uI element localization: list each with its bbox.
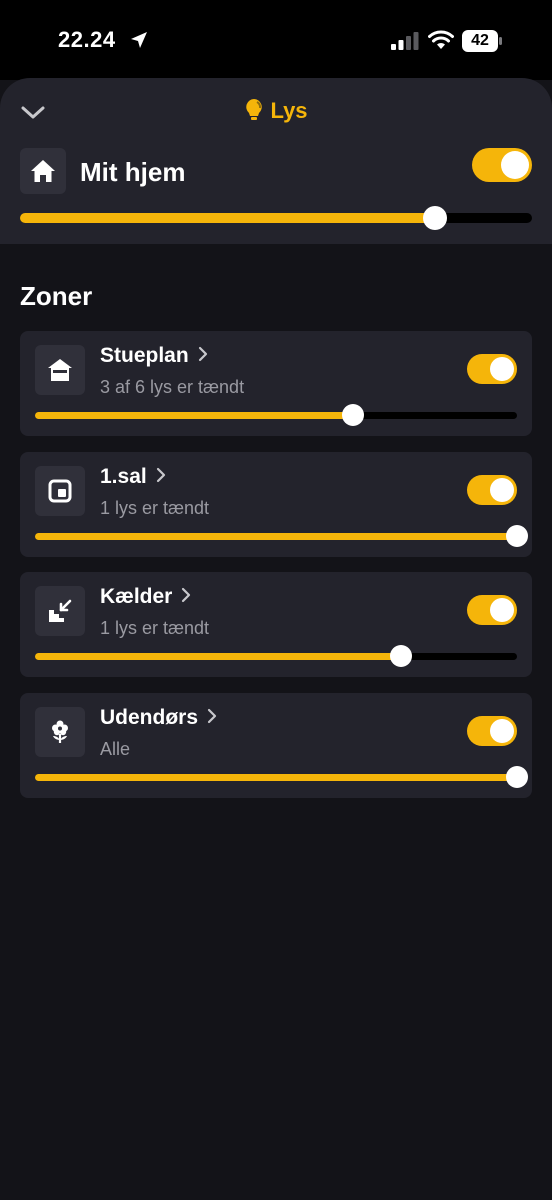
slider-fill <box>35 774 517 781</box>
sheet-title-label: Lys <box>270 98 308 123</box>
zone-brightness-slider[interactable] <box>35 766 528 788</box>
zone-icon-box <box>35 586 85 636</box>
toggle-knob <box>490 598 514 622</box>
slider-fill <box>20 213 435 223</box>
lights-sheet: Lys Mit hjem <box>0 78 552 244</box>
zone-name[interactable]: Udendørs <box>100 706 218 730</box>
battery-level: 42 <box>471 32 489 49</box>
light-bulb-icon <box>246 99 263 120</box>
toggle-knob <box>501 151 529 179</box>
zone-toggle[interactable] <box>467 354 517 384</box>
zone-name[interactable]: Stueplan <box>100 344 209 368</box>
zone-brightness-slider[interactable] <box>35 525 528 547</box>
zone-subtitle: 1 lys er tændt <box>100 498 210 518</box>
toggle-knob <box>490 357 514 381</box>
sheet-title: Lys <box>0 98 552 124</box>
status-time: 22.24 <box>58 27 116 52</box>
flower-icon <box>52 720 68 743</box>
floor-plan-icon <box>48 479 72 503</box>
stairs-down-icon <box>49 599 72 622</box>
zone-card-stueplan[interactable]: Stueplan 3 af 6 lys er tændt <box>20 331 532 436</box>
zone-card-1-sal[interactable]: 1.sal 1 lys er tændt <box>20 452 532 557</box>
chevron-right-icon <box>207 708 217 724</box>
home-icon-box <box>20 148 66 194</box>
home-brightness-slider[interactable] <box>20 206 532 230</box>
zone-brightness-slider[interactable] <box>35 404 517 426</box>
zone-icon-box <box>35 345 85 395</box>
zone-card-kaelder[interactable]: Kælder 1 lys er tændt <box>20 572 532 677</box>
cellular-signal-icon <box>391 32 419 50</box>
zone-icon-box <box>35 466 85 516</box>
slider-fill <box>35 412 354 419</box>
slider-fill <box>35 653 402 660</box>
status-bar: 22.24 42 <box>0 0 552 80</box>
slider-thumb[interactable] <box>506 525 528 547</box>
toggle-knob <box>490 719 514 743</box>
slider-thumb[interactable] <box>342 404 365 426</box>
zone-icon-box <box>35 707 85 757</box>
slider-thumb[interactable] <box>506 766 528 788</box>
chevron-right-icon <box>182 587 191 603</box>
home-icon <box>31 160 55 182</box>
zone-subtitle: Alle <box>100 739 131 759</box>
chevron-right-icon <box>156 467 165 483</box>
zone-name[interactable]: Kælder <box>100 585 192 609</box>
wifi-icon <box>428 30 454 49</box>
zone-brightness-slider[interactable] <box>35 645 517 667</box>
chevron-right-icon <box>198 346 207 362</box>
home-title: Mit hjem <box>80 157 186 187</box>
slider-thumb[interactable] <box>390 645 413 667</box>
location-arrow-icon <box>131 32 147 48</box>
slider-fill <box>35 533 517 540</box>
section-title: Zoner <box>20 281 93 311</box>
home-toggle[interactable] <box>472 148 532 182</box>
house-floor-icon <box>48 359 72 381</box>
zone-subtitle: 1 lys er tændt <box>100 618 210 638</box>
zone-toggle[interactable] <box>467 475 517 505</box>
zone-subtitle: 3 af 6 lys er tændt <box>100 377 245 397</box>
zone-toggle[interactable] <box>467 716 517 746</box>
toggle-knob <box>490 478 514 502</box>
zone-name[interactable]: 1.sal <box>100 465 167 489</box>
zone-toggle[interactable] <box>467 595 517 625</box>
slider-thumb[interactable] <box>422 206 447 230</box>
zone-card-udendors[interactable]: Udendørs Alle <box>20 693 532 798</box>
